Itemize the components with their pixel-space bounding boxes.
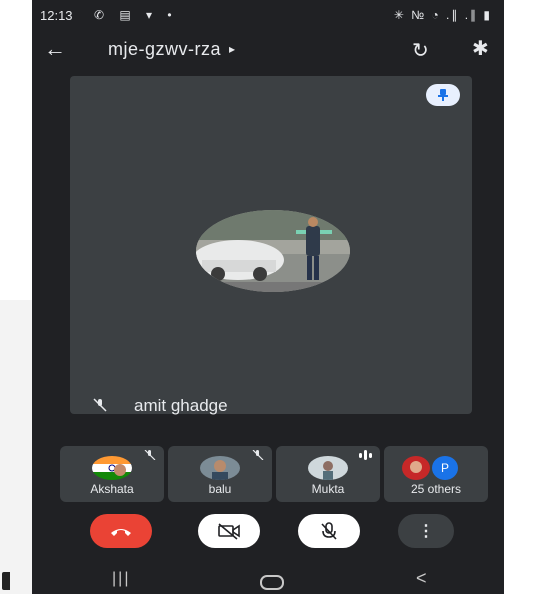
participant-name: Mukta <box>311 482 345 496</box>
status-bar: 12:13 ✆ ▤ ▾ • ✳ № ◔ .∥ .∥ ▮ <box>32 0 504 34</box>
meet-app: 12:13 ✆ ▤ ▾ • ✳ № ◔ .∥ .∥ ▮ ← mje-gzwv-r… <box>32 0 504 594</box>
participant-strip: Akshata balu Mukta P 25 others <box>60 446 490 502</box>
android-nav-bar: ||| < <box>32 566 504 594</box>
back-arrow-icon[interactable]: ← <box>44 36 66 62</box>
bluetooth-audio-icon[interactable]: ✱ <box>472 36 489 61</box>
pin-button[interactable] <box>426 84 460 106</box>
participant-name: Akshata <box>90 482 134 496</box>
nav-back-button[interactable]: < <box>416 568 427 589</box>
participant-name: 25 others <box>410 482 462 496</box>
participant-chip-mukta[interactable]: Mukta <box>276 446 380 502</box>
main-participant-tile[interactable]: amit ghadge <box>70 76 472 415</box>
background-edge <box>2 572 10 590</box>
participant-thumb <box>402 456 430 480</box>
status-time: 12:13 <box>40 8 73 23</box>
mic-toggle-button[interactable] <box>298 514 360 548</box>
background-panel <box>0 300 32 594</box>
participant-thumb <box>308 456 348 480</box>
notification-icons: ✆ ▤ ▾ • <box>94 8 178 22</box>
meeting-code-button[interactable]: mje-gzwv-rza ▸ <box>108 39 236 60</box>
speaking-indicator-icon <box>359 450 372 460</box>
mic-off-icon <box>92 398 108 415</box>
participant-initial-avatar: P <box>432 456 458 480</box>
main-participant-name: amit ghadge <box>134 396 228 415</box>
participant-chip-akshata[interactable]: Akshata <box>60 446 164 502</box>
end-call-button[interactable] <box>90 514 152 548</box>
mic-off-icon <box>144 449 156 463</box>
participant-avatar <box>196 210 350 292</box>
meeting-code: mje-gzwv-rza <box>108 39 222 59</box>
recents-button[interactable]: ||| <box>112 570 130 588</box>
participant-thumb <box>92 456 132 480</box>
switch-camera-icon[interactable]: ↻ <box>412 38 429 63</box>
mic-off-icon <box>252 449 264 463</box>
call-controls: ⋮ <box>32 512 504 552</box>
mic-off-icon <box>321 522 337 540</box>
meeting-header: ← mje-gzwv-rza ▸ ↻ ✱ <box>32 34 504 68</box>
more-options-button[interactable]: ⋮ <box>398 514 454 548</box>
phone-hangup-icon <box>111 529 131 536</box>
more-vert-icon: ⋮ <box>418 523 434 540</box>
pin-icon <box>438 89 448 101</box>
home-button[interactable] <box>260 575 284 590</box>
participant-thumb <box>200 456 240 480</box>
caret-right-icon: ▸ <box>229 42 236 56</box>
participant-name: balu <box>208 482 232 496</box>
participant-chip-balu[interactable]: balu <box>168 446 272 502</box>
camera-toggle-button[interactable] <box>198 514 260 548</box>
system-icons: ✳ № ◔ .∥ .∥ ▮ <box>393 8 492 22</box>
participant-initial: P <box>440 461 449 475</box>
participant-chip-others[interactable]: P 25 others <box>384 446 488 502</box>
camera-off-icon <box>218 523 240 540</box>
